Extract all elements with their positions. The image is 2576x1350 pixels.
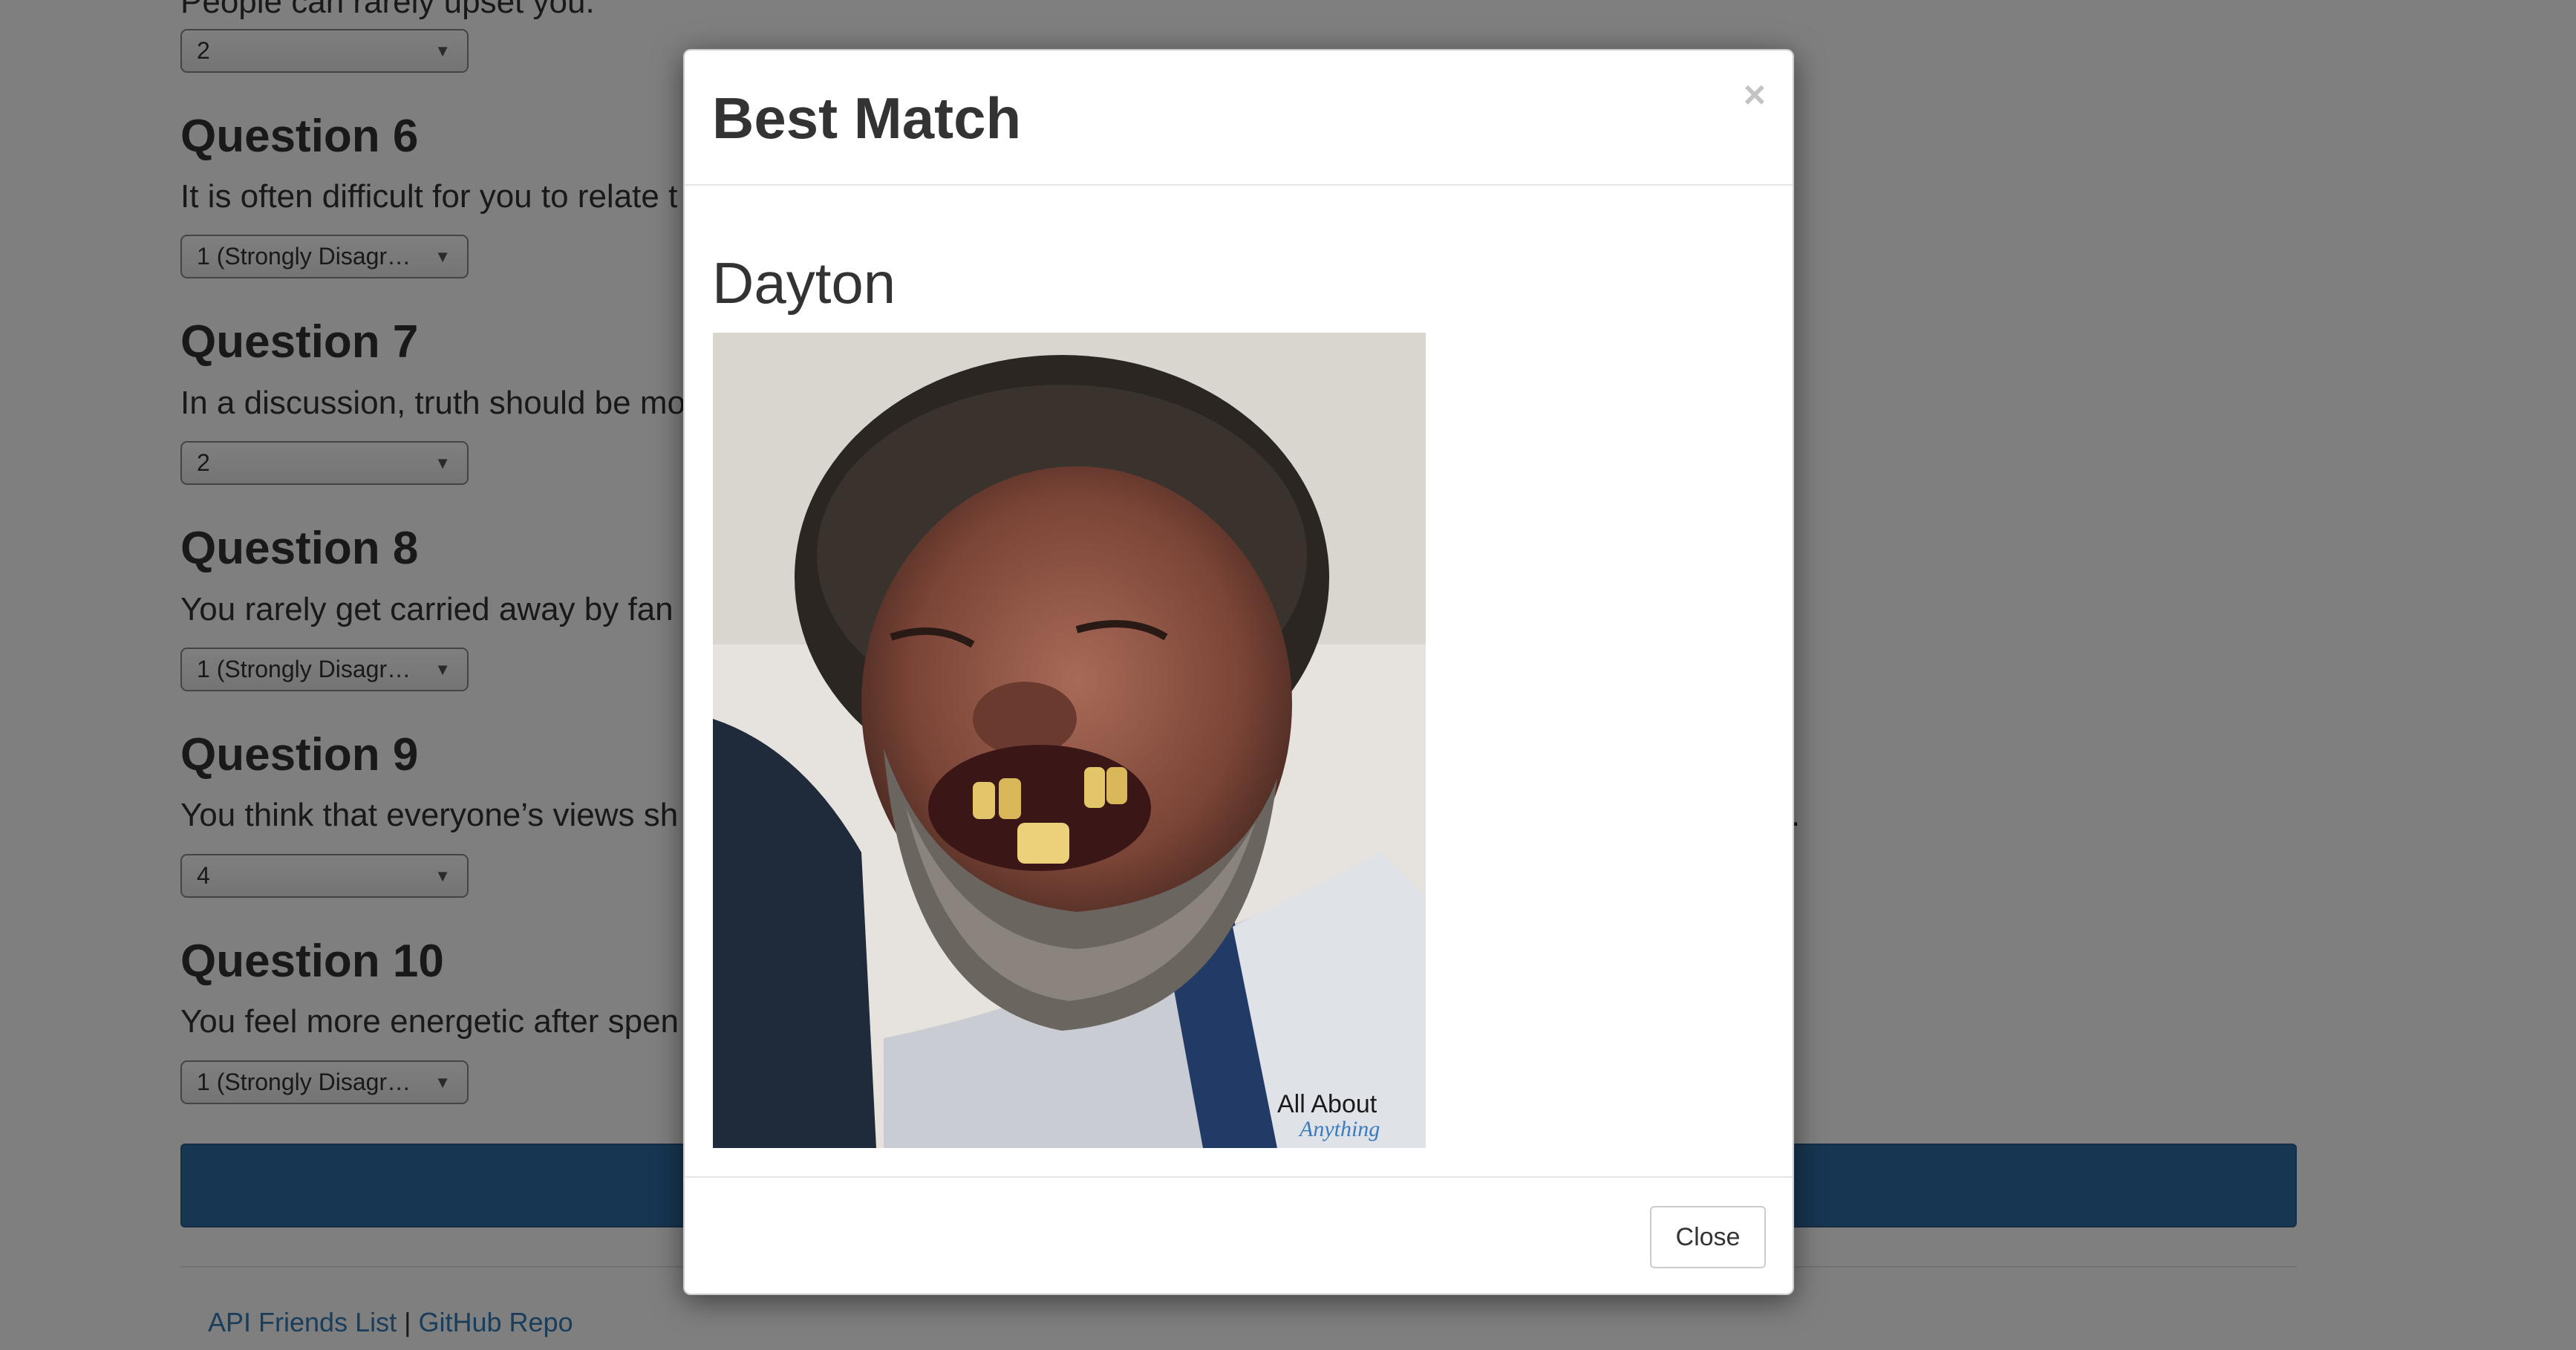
modal-title: Best Match	[712, 85, 1022, 151]
modal-header: Best Match ×	[685, 50, 1793, 186]
close-button[interactable]: Close	[1650, 1206, 1766, 1268]
photo-watermark: All About	[1277, 1090, 1377, 1118]
modal-footer: Close	[685, 1176, 1793, 1295]
match-photo: All About Anything	[713, 333, 1426, 1148]
match-name: Dayton	[712, 250, 896, 316]
svg-text:Anything: Anything	[1298, 1117, 1380, 1141]
close-icon[interactable]: ×	[1744, 73, 1766, 117]
best-match-modal: Best Match × Dayton All About Anything C…	[683, 49, 1794, 1295]
person-photo-icon: All About Anything	[713, 333, 1426, 1148]
